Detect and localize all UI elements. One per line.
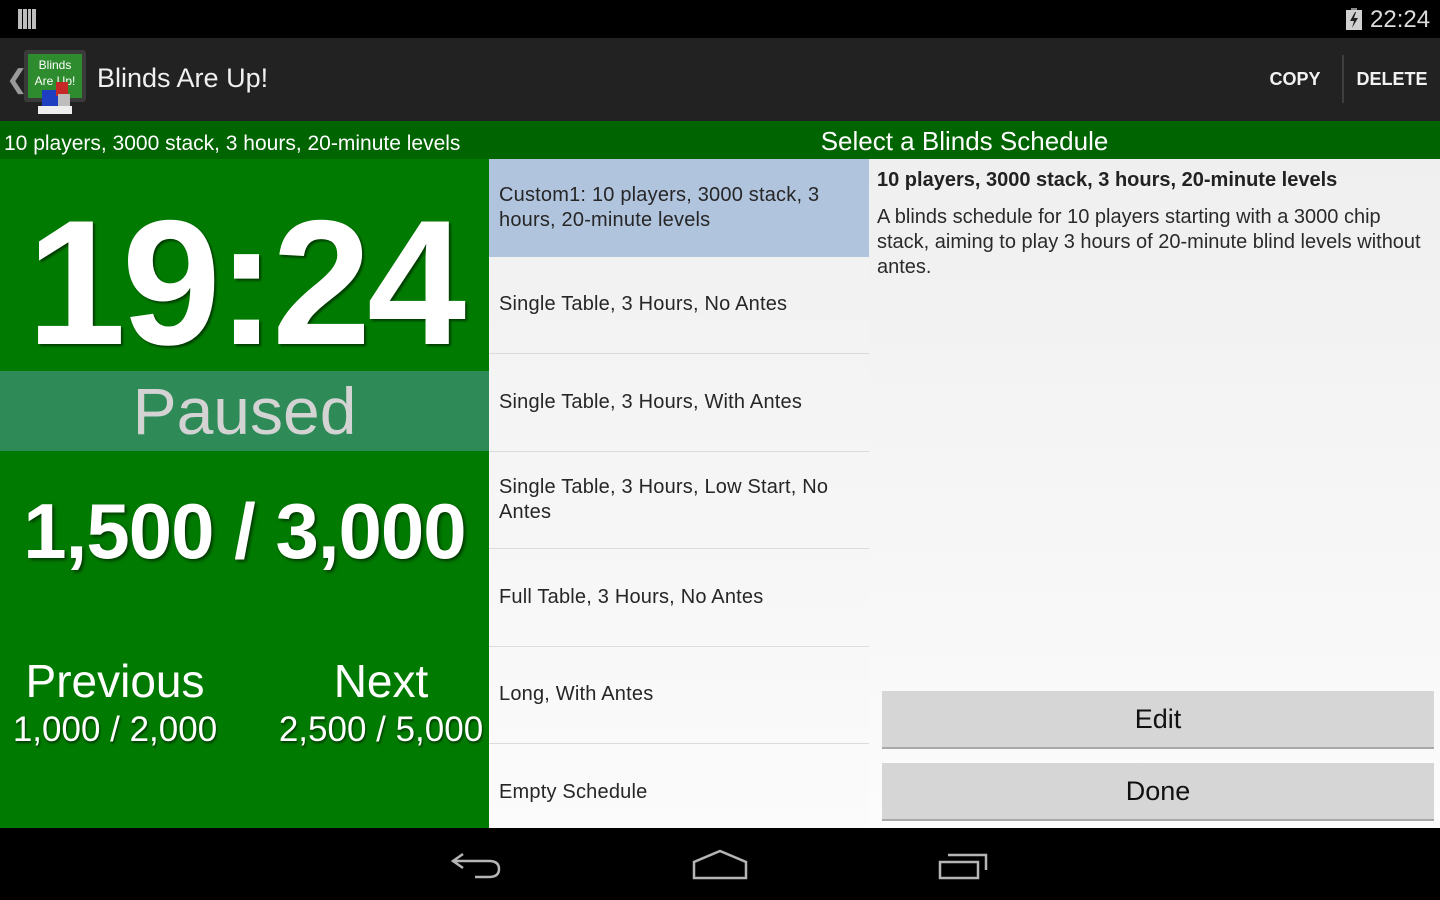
edit-button[interactable]: Edit <box>882 691 1434 749</box>
navigation-bar <box>0 828 1440 900</box>
delete-button[interactable]: DELETE <box>1346 38 1438 121</box>
paused-status: Paused <box>132 374 357 448</box>
schedule-item-full-table-no-antes[interactable]: Full Table, 3 Hours, No Antes <box>489 549 869 647</box>
schedule-item-label: Custom1: 10 players, 3000 stack, 3 hours… <box>499 183 820 231</box>
schedule-item-label: Single Table, 3 Hours, Low Start, No Ant… <box>499 475 829 523</box>
previous-level[interactable]: Previous 1,000 / 2,000 <box>0 655 230 753</box>
time-remaining[interactable]: 19:24 <box>0 193 489 373</box>
notification-bars-icon <box>18 9 36 29</box>
schedule-item-label: Single Table, 3 Hours, With Antes <box>499 390 803 413</box>
select-schedule-heading: Select a Blinds Schedule <box>820 126 1109 156</box>
next-blinds: 2,500 / 5,000 <box>278 710 484 749</box>
detail-description: A blinds schedule for 10 players startin… <box>877 206 1421 278</box>
schedule-item-label: Empty Schedule <box>499 781 648 804</box>
svg-text:Are Up!: Are Up! <box>35 74 76 88</box>
content-area: 10 players, 3000 stack, 3 hours, 20-minu… <box>0 121 1440 828</box>
header-strip: 10 players, 3000 stack, 3 hours, 20-minu… <box>0 121 1440 159</box>
detail-title: 10 players, 3000 stack, 3 hours, 20-minu… <box>877 169 1338 191</box>
current-schedule-name: 10 players, 3000 stack, 3 hours, 20-minu… <box>4 132 461 155</box>
schedule-item-label: Long, With Antes <box>499 683 654 706</box>
schedule-item-custom1[interactable]: Custom1: 10 players, 3000 stack, 3 hours… <box>489 159 869 257</box>
schedule-item-single-table-no-antes[interactable]: Single Table, 3 Hours, No Antes <box>489 257 869 354</box>
schedule-item-single-table-with-antes[interactable]: Single Table, 3 Hours, With Antes <box>489 354 869 452</box>
next-label: Next <box>333 655 429 707</box>
svg-text:Blinds: Blinds <box>39 58 72 72</box>
schedule-detail-panel: 10 players, 3000 stack, 3 hours, 20-minu… <box>869 159 1440 828</box>
next-level[interactable]: Next 2,500 / 5,000 <box>266 655 496 753</box>
previous-blinds: 1,000 / 2,000 <box>12 710 218 749</box>
schedule-item-label: Full Table, 3 Hours, No Antes <box>499 585 764 608</box>
schedule-item-empty[interactable]: Empty Schedule <box>489 744 869 828</box>
action-divider <box>1342 55 1344 103</box>
schedule-item-long-with-antes[interactable]: Long, With Antes <box>489 647 869 744</box>
done-button[interactable]: Done <box>882 763 1434 821</box>
previous-label: Previous <box>25 655 205 707</box>
schedule-item-single-table-low-start[interactable]: Single Table, 3 Hours, Low Start, No Ant… <box>489 452 869 549</box>
timer-panel[interactable]: 19:24 Paused 1,500 / 3,000 Previous 1,00… <box>0 159 489 828</box>
recent-apps-icon[interactable] <box>934 848 994 882</box>
schedule-item-label: Single Table, 3 Hours, No Antes <box>499 293 788 316</box>
back-icon[interactable] <box>447 848 507 882</box>
status-bar: 22:24 <box>0 0 1440 38</box>
action-bar: ❮ Blinds Are Up! Blinds Are Up! COPY DEL… <box>0 38 1440 121</box>
current-blinds: 1,500 / 3,000 <box>23 487 466 575</box>
home-icon[interactable] <box>690 848 750 882</box>
app-title: Blinds Are Up! <box>97 63 269 93</box>
status-time: 22:24 <box>1370 6 1431 33</box>
app-logo-icon[interactable]: Blinds Are Up! <box>22 48 88 116</box>
battery-charging-icon <box>1346 8 1362 30</box>
status-band[interactable]: Paused <box>0 371 489 451</box>
copy-button[interactable]: COPY <box>1250 38 1340 121</box>
schedule-list[interactable]: Custom1: 10 players, 3000 stack, 3 hours… <box>489 159 869 828</box>
